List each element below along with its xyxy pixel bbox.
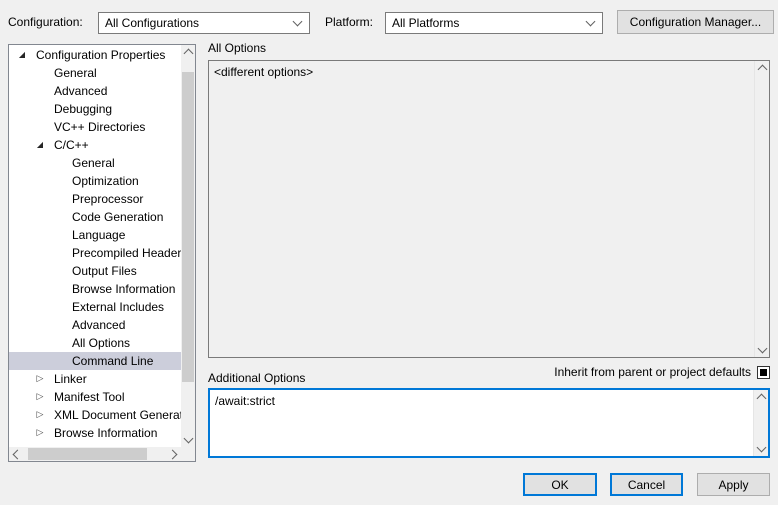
additional-options-textarea[interactable]: /await:strict <box>208 388 770 458</box>
scrollbar-thumb[interactable] <box>182 72 194 382</box>
configuration-dropdown-value: All Configurations <box>105 16 199 30</box>
platform-label: Platform: <box>325 15 373 29</box>
tree-item-label: Debugging <box>54 102 112 116</box>
tree-item-label: Command Line <box>72 354 153 368</box>
property-pages-dialog: Configuration: All Configurations Platfo… <box>0 0 778 505</box>
tree-item-external-includes[interactable]: External Includes <box>9 298 181 316</box>
tree-item-c-c-[interactable]: ◢ C/C++ <box>9 136 181 154</box>
scroll-up-icon[interactable] <box>181 45 195 59</box>
tree-vertical-scrollbar[interactable] <box>181 45 195 447</box>
tree-item-advanced[interactable]: Advanced <box>9 82 181 100</box>
chevron-down-icon <box>586 17 596 27</box>
additional-options-scrollbar[interactable] <box>753 390 768 456</box>
tree-item-language[interactable]: Language <box>9 226 181 244</box>
tree-item-general[interactable]: General <box>9 154 181 172</box>
tree-item-manifest-tool[interactable]: ▷ Manifest Tool <box>9 388 181 406</box>
inherit-defaults-label: Inherit from parent or project defaults <box>554 365 751 379</box>
tree-item-label: Output Files <box>72 264 137 278</box>
checkbox-indeterminate-mark <box>760 369 767 376</box>
all-options-label: All Options <box>208 41 266 55</box>
cancel-button[interactable]: Cancel <box>610 473 683 496</box>
tree-item-command-line[interactable]: Command Line <box>9 352 181 370</box>
tree-expanded-icon[interactable]: ◢ <box>15 46 29 64</box>
tree-horizontal-scrollbar[interactable] <box>9 447 181 461</box>
scroll-up-icon[interactable] <box>755 61 769 75</box>
tree-item-output-files[interactable]: Output Files <box>9 262 181 280</box>
tree-item-advanced[interactable]: Advanced <box>9 316 181 334</box>
platform-dropdown-value: All Platforms <box>392 16 459 30</box>
tree-item-browse-information[interactable]: ▷ Browse Information <box>9 424 181 442</box>
scroll-down-icon[interactable] <box>755 343 769 357</box>
tree-item-label: All Options <box>72 336 130 350</box>
tree-item-preprocessor[interactable]: Preprocessor <box>9 190 181 208</box>
scroll-left-icon[interactable] <box>9 447 23 461</box>
tree-item-label: Browse Information <box>72 282 175 296</box>
tree-item-debugging[interactable]: Debugging <box>9 100 181 118</box>
tree-item-label: General <box>54 66 97 80</box>
tree-item-linker[interactable]: ▷ Linker <box>9 370 181 388</box>
all-options-textarea[interactable]: <different options> <box>208 60 770 358</box>
tree-item-label: Advanced <box>54 84 107 98</box>
additional-options-value: /await:strict <box>210 390 754 456</box>
tree-item-code-generation[interactable]: Code Generation <box>9 208 181 226</box>
scroll-up-icon[interactable] <box>754 390 768 404</box>
configuration-label: Configuration: <box>8 15 83 29</box>
tree-item-label: Precompiled Header <box>72 246 181 260</box>
tree-collapsed-icon[interactable]: ▷ <box>33 406 47 424</box>
tree-item-label: General <box>72 156 115 170</box>
tree-collapsed-icon[interactable]: ▷ <box>33 388 47 406</box>
inherit-checkbox[interactable] <box>757 366 770 379</box>
configuration-tree: ◢ Configuration Properties General Advanced… <box>8 44 196 462</box>
tree-item-optimization[interactable]: Optimization <box>9 172 181 190</box>
tree-item-label: External Includes <box>72 300 164 314</box>
tree-collapsed-icon[interactable]: ▷ <box>33 370 47 388</box>
additional-options-label: Additional Options <box>208 371 305 385</box>
tree-item-label: C/C++ <box>54 138 89 152</box>
ok-button[interactable]: OK <box>523 473 597 496</box>
platform-dropdown[interactable]: All Platforms <box>385 12 603 34</box>
scrollbar-corner <box>181 447 195 461</box>
tree-item-vc-directories[interactable]: VC++ Directories <box>9 118 181 136</box>
apply-button[interactable]: Apply <box>697 473 770 496</box>
tree-item-precompiled-header[interactable]: Precompiled Header <box>9 244 181 262</box>
tree-item-label: Optimization <box>72 174 139 188</box>
tree-item-xml-document-generator[interactable]: ▷ XML Document Generator <box>9 406 181 424</box>
inherit-defaults-row: Inherit from parent or project defaults <box>554 365 770 379</box>
tree-expanded-icon[interactable]: ◢ <box>33 136 47 154</box>
tree-item-label: Linker <box>54 372 87 386</box>
tree-item-label: Advanced <box>72 318 125 332</box>
configuration-manager-button[interactable]: Configuration Manager... <box>617 10 774 34</box>
tree-item-label: XML Document Generator <box>54 408 181 422</box>
tree-item-label: Preprocessor <box>72 192 143 206</box>
tree-item-label: VC++ Directories <box>54 120 145 134</box>
tree-rows: ◢ Configuration Properties General Advanced… <box>9 46 181 447</box>
tree-item-all-options[interactable]: All Options <box>9 334 181 352</box>
tree-item-label: Code Generation <box>72 210 163 224</box>
tree-item-configuration-properties[interactable]: ◢ Configuration Properties <box>9 46 181 64</box>
tree-item-label: Manifest Tool <box>54 390 124 404</box>
tree-item-general[interactable]: General <box>9 64 181 82</box>
configuration-dropdown[interactable]: All Configurations <box>98 12 310 34</box>
all-options-scrollbar[interactable] <box>754 61 769 357</box>
tree-item-label: Browse Information <box>54 426 157 440</box>
scroll-down-icon[interactable] <box>181 433 195 447</box>
all-options-value: <different options> <box>209 61 755 357</box>
tree-item-label: Language <box>72 228 125 242</box>
scrollbar-thumb[interactable] <box>28 448 147 460</box>
chevron-down-icon <box>293 17 303 27</box>
tree-collapsed-icon[interactable]: ▷ <box>33 424 47 442</box>
scroll-down-icon[interactable] <box>754 442 768 456</box>
tree-item-browse-information[interactable]: Browse Information <box>9 280 181 298</box>
scroll-right-icon[interactable] <box>167 447 181 461</box>
tree-item-label: Configuration Properties <box>36 48 165 62</box>
